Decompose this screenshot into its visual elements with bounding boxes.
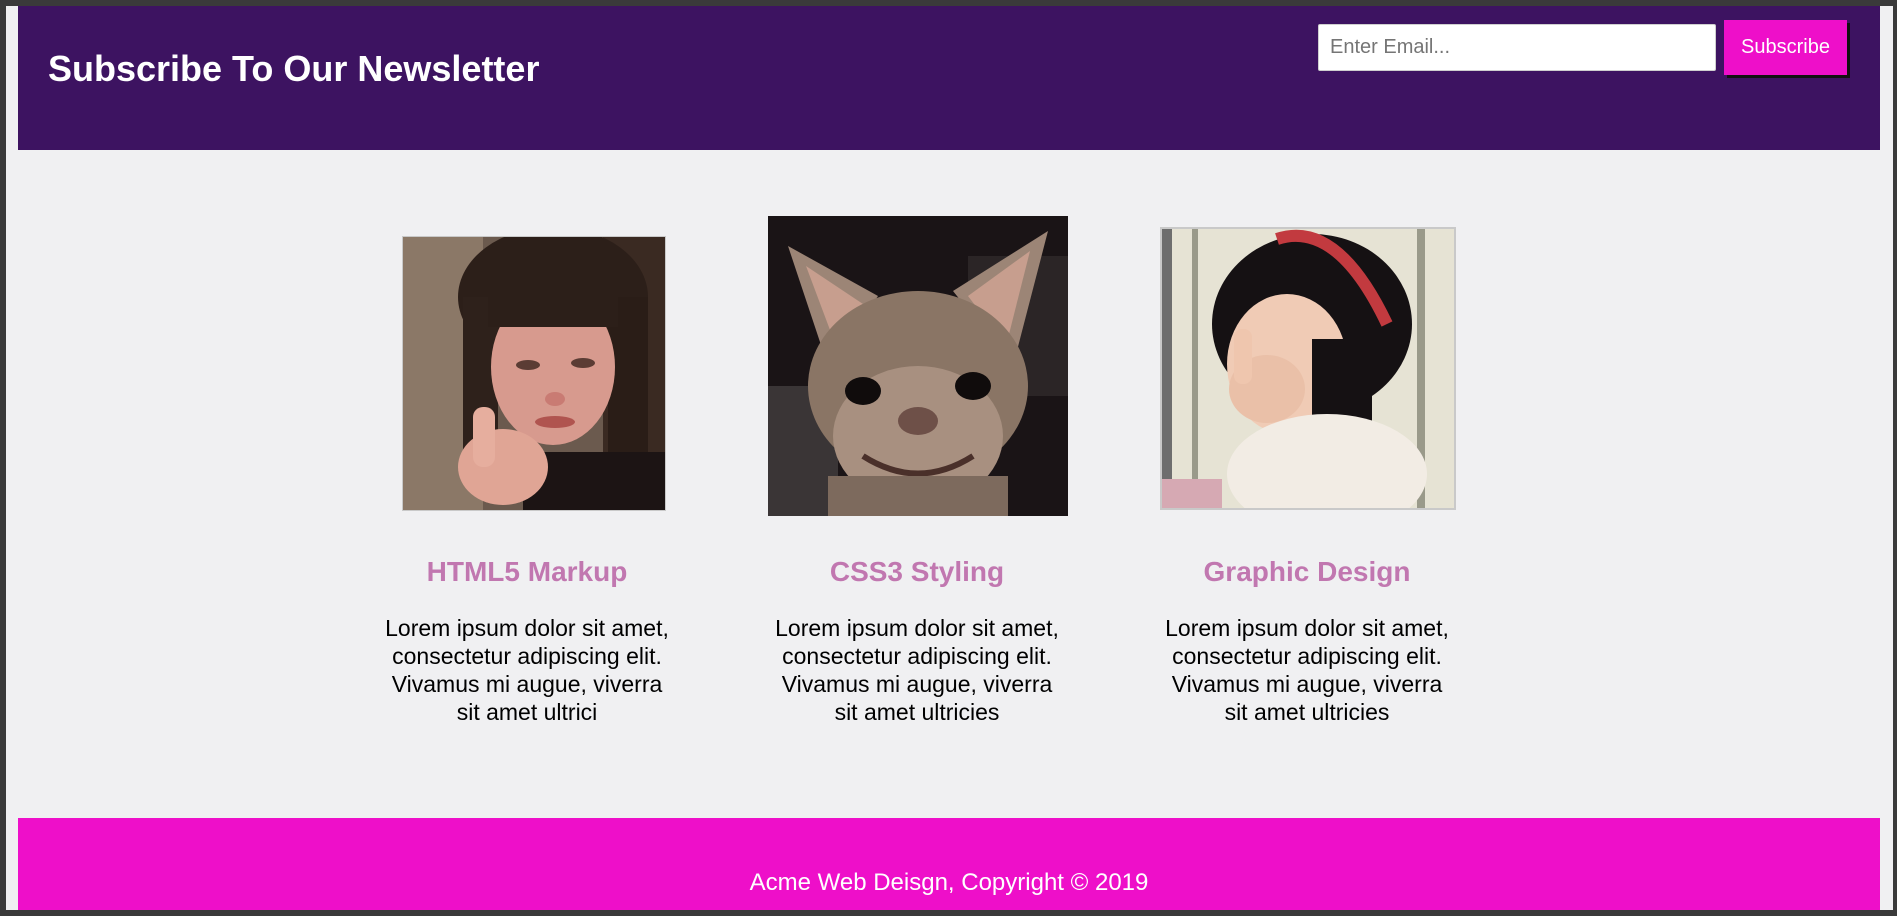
box-text: Lorem ipsum dolor sit amet, consectetur … [385, 615, 669, 725]
newsletter-section: Subscribe To Our Newsletter Subscribe [18, 6, 1880, 150]
box-title: CSS3 Styling [829, 556, 1005, 587]
box-text: Lorem ipsum dolor sit amet, consectetur … [1165, 615, 1449, 725]
box-text: Lorem ipsum dolor sit amet, consectetur … [775, 615, 1059, 725]
box-title: Graphic Design [1203, 556, 1411, 587]
subscribe-button[interactable]: Subscribe [1724, 20, 1847, 75]
page: Subscribe To Our Newsletter Subscribe [6, 6, 1893, 910]
email-input[interactable] [1318, 24, 1716, 71]
footer: Acme Web Deisgn, Copyright © 2019 [18, 818, 1880, 910]
box-title: HTML5 Markup [426, 556, 628, 587]
photo-crying-girl-thumbs-up [402, 236, 666, 511]
footer-copyright: Acme Web Deisgn, Copyright © 2019 [749, 869, 1149, 896]
photo-smiling-chihuahua [768, 216, 1068, 516]
photo-child-rubbing-eye [1160, 227, 1456, 510]
newsletter-title: Subscribe To Our Newsletter [48, 48, 540, 89]
